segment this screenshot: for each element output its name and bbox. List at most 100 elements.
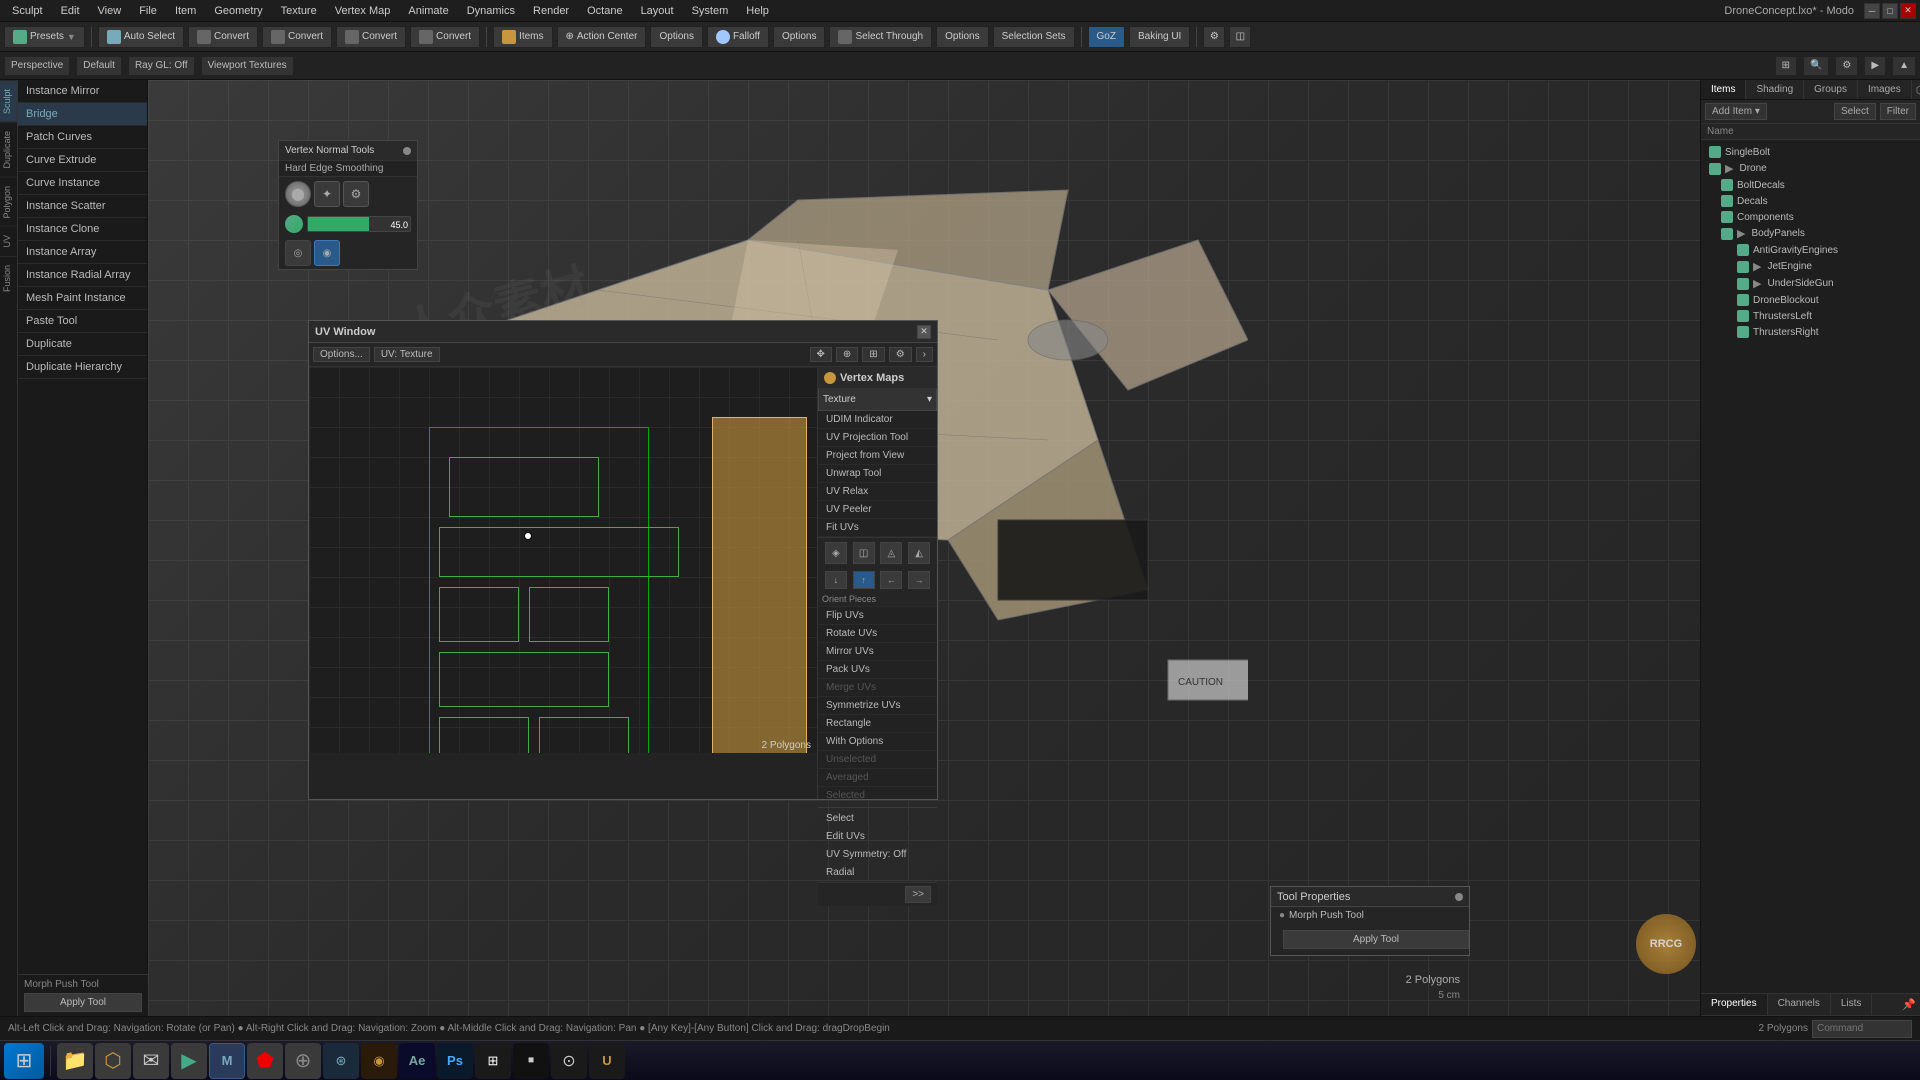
side-tab-sculpt[interactable]: Sculpt [0,80,17,122]
vm-arrow-right[interactable]: → [908,571,930,589]
rs-eye-undersidegun[interactable] [1737,278,1749,290]
rs-expand-jetengine[interactable]: ▶ [1753,260,1761,273]
vm-mirror-uvs[interactable]: Mirror UVs [818,643,937,661]
taskbar-epic[interactable]: ⊞ [475,1043,511,1079]
vn-sphere2-icon[interactable]: ◉ [314,240,340,266]
menu-sculpt[interactable]: Sculpt [4,3,51,19]
rs-item-thrusters-right[interactable]: ThrustersRight [1705,324,1916,340]
viewport-textures-button[interactable]: Viewport Textures [201,56,294,76]
vm-symmetrize[interactable]: Symmetrize UVs [818,697,937,715]
action-center-button[interactable]: ⊕ Action Center [557,26,647,48]
vm-radial[interactable]: Radial [818,864,937,882]
items-button[interactable]: Items [493,26,552,48]
vm-project-view[interactable]: Project from View [818,447,937,465]
rs-tab-properties[interactable]: Properties [1701,994,1768,1015]
rs-item-singlebolt[interactable]: SingleBolt [1705,144,1916,160]
sidebar-item-instance-mirror[interactable]: Instance Mirror [18,80,147,103]
vm-rectangle[interactable]: Rectangle [818,715,937,733]
viewport-area[interactable]: CAUTION 人众素材 RRCG Vertex Normal Tools Ha… [148,80,1700,1016]
goz-button[interactable]: GoZ [1088,26,1125,48]
display-icon-btn[interactable]: ◫ [1229,26,1251,48]
baking-ui-button[interactable]: Baking UI [1129,26,1190,48]
rs-item-components[interactable]: Components [1705,209,1916,225]
sidebar-item-patch-curves[interactable]: Patch Curves [18,126,147,149]
rs-item-bodypanels[interactable]: ▶ BodyPanels [1705,225,1916,242]
sidebar-item-duplicate-hierarchy[interactable]: Duplicate Hierarchy [18,356,147,379]
vm-arrow-left[interactable]: ← [880,571,902,589]
menu-geometry[interactable]: Geometry [206,3,270,19]
uv-canvas[interactable]: 2 Polygons [309,367,817,753]
rs-expand-icon[interactable]: ⬡ [1916,83,1920,97]
viewport-icon-1[interactable]: ⊞ [1775,56,1797,76]
rs-item-jetengine[interactable]: ▶ JetEngine [1705,258,1916,275]
menu-texture[interactable]: Texture [273,3,325,19]
menu-render[interactable]: Render [525,3,577,19]
default-button[interactable]: Default [76,56,122,76]
vm-arrow-up[interactable]: ↑ [853,571,875,589]
menu-dynamics[interactable]: Dynamics [459,3,523,19]
uv-options-button[interactable]: Options... [313,347,370,362]
uv-titlebar[interactable]: UV Window ✕ [309,321,937,343]
uv-frame-icon[interactable]: ⊞ [862,347,884,362]
menu-octane[interactable]: Octane [579,3,630,19]
viewport-icon-5[interactable]: ▲ [1892,56,1916,76]
vm-peeler[interactable]: UV Peeler [818,501,937,519]
side-tab-duplicate[interactable]: Duplicate [0,122,17,177]
vm-uv-projection[interactable]: UV Projection Tool [818,429,937,447]
rs-item-boltdecals[interactable]: BoltDecals [1705,177,1916,193]
taskbar-settings[interactable]: ⬟ [247,1043,283,1079]
taskbar-ae[interactable]: Ae [399,1043,435,1079]
vn-star-icon[interactable]: ✦ [314,181,340,207]
vm-icon-btn-3[interactable]: ◬ [880,542,902,564]
vm-texture-dropdown[interactable]: Texture ▾ [818,389,937,411]
rs-item-thrusters-left[interactable]: ThrustersLeft [1705,308,1916,324]
menu-vertex-map[interactable]: Vertex Map [327,3,399,19]
rs-filter-button[interactable]: Filter [1880,103,1916,120]
vm-unwrap[interactable]: Unwrap Tool [818,465,937,483]
taskbar-search[interactable]: ⊕ [285,1043,321,1079]
taskbar-mail[interactable]: ✉ [133,1043,169,1079]
vn-circle-icon[interactable]: ⬤ [285,181,311,207]
vm-icon-btn-4[interactable]: ◭ [908,542,930,564]
rs-tab-items[interactable]: Items [1701,80,1746,99]
rs-eye-droneblockout[interactable] [1737,294,1749,306]
vm-icon-btn-2[interactable]: ◫ [853,542,875,564]
side-tab-uv[interactable]: UV [0,226,17,256]
convert-button-4[interactable]: Convert [410,26,480,48]
menu-edit[interactable]: Edit [53,3,88,19]
rs-tab-lists[interactable]: Lists [1831,994,1873,1015]
taskbar-black[interactable]: ▪ [513,1043,549,1079]
uv-zoom-icon[interactable]: ⊕ [836,347,858,362]
rs-tab-channels[interactable]: Channels [1768,994,1831,1015]
viewport-icon-3[interactable]: ⚙ [1835,56,1858,76]
taskbar-steam[interactable]: ⊛ [323,1043,359,1079]
convert-button-2[interactable]: Convert [262,26,332,48]
uv-move-icon[interactable]: ✥ [810,347,832,362]
rs-eye-decals[interactable] [1721,195,1733,207]
rs-expand-bodypanels[interactable]: ▶ [1737,227,1745,240]
rs-eye-thrusters-right[interactable] [1737,326,1749,338]
sidebar-item-instance-clone[interactable]: Instance Clone [18,218,147,241]
convert-button-1[interactable]: Convert [188,26,258,48]
vm-pack-uvs[interactable]: Pack UVs [818,661,937,679]
uv-texture-button[interactable]: UV: Texture [374,347,440,362]
sidebar-item-duplicate[interactable]: Duplicate [18,333,147,356]
rs-item-decals[interactable]: Decals [1705,193,1916,209]
rs-item-droneblockout[interactable]: DroneBlockout [1705,292,1916,308]
select-through-button[interactable]: Select Through [829,26,932,48]
rs-tab-shading[interactable]: Shading [1746,80,1804,99]
menu-system[interactable]: System [684,3,737,19]
rs-pin-icon[interactable]: 📌 [1898,994,1920,1015]
rs-eye-singlebolt[interactable] [1709,146,1721,158]
menu-file[interactable]: File [131,3,165,19]
settings-icon-btn[interactable]: ⚙ [1203,26,1225,48]
selection-sets-button[interactable]: Selection Sets [993,26,1075,48]
prop-dot[interactable] [1455,893,1463,901]
apply-tool-button[interactable]: Apply Tool [24,993,142,1012]
menu-view[interactable]: View [90,3,130,19]
vn-panel-dot[interactable] [403,147,411,155]
command-input[interactable] [1812,1020,1912,1038]
taskbar-photoshop[interactable]: Ps [437,1043,473,1079]
rs-eye-antigravity[interactable] [1737,244,1749,256]
rs-tab-groups[interactable]: Groups [1804,80,1858,99]
